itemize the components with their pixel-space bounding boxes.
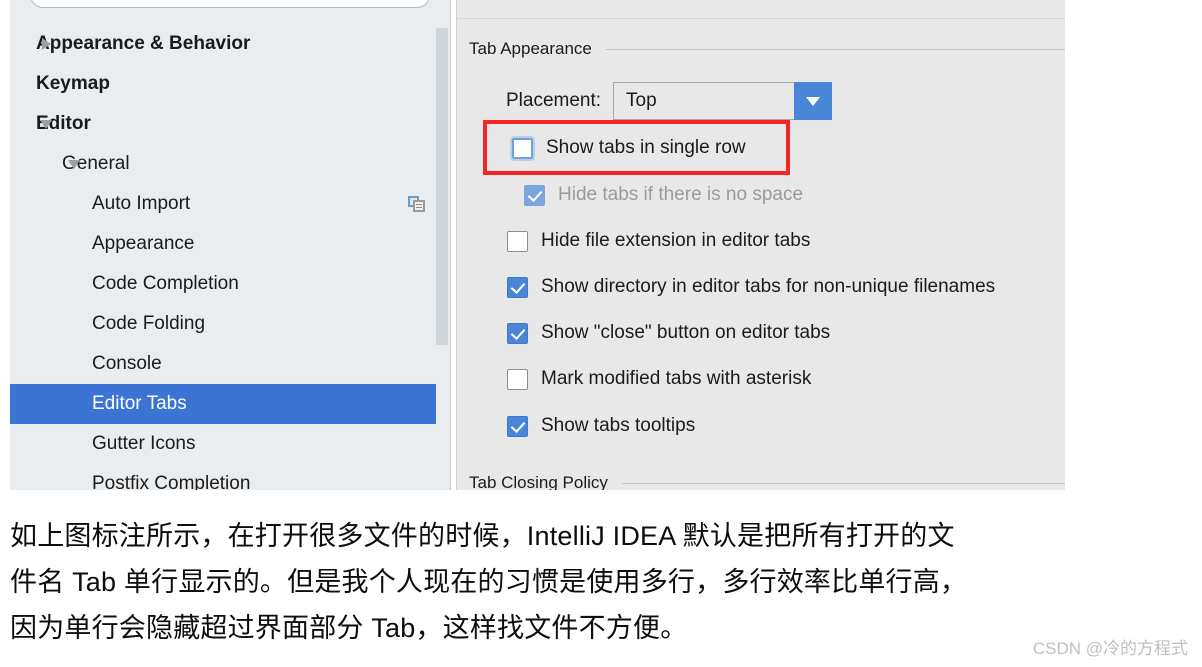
sidebar-scrollbar-track[interactable] <box>436 0 450 490</box>
option-label: Show tabs tooltips <box>541 415 696 436</box>
sidebar-item-label: Appearance <box>92 233 195 254</box>
tab-closing-policy-group-header: Tab Closing Policy <box>469 476 1065 490</box>
checkbox[interactable] <box>507 322 528 344</box>
sidebar-item-appearance[interactable]: Appearance <box>10 224 451 264</box>
checkbox[interactable] <box>507 230 528 252</box>
option-hide-file-extension-in-editor-tabs[interactable]: Hide file extension in editor tabs <box>507 230 810 252</box>
tree-pane-divider <box>450 0 451 490</box>
sidebar-item-editor-tabs[interactable]: Editor Tabs <box>10 384 451 424</box>
option-label: Hide tabs if there is no space <box>558 184 804 205</box>
sidebar-item-gutter-icons[interactable]: Gutter Icons <box>10 424 451 464</box>
placement-dropdown[interactable]: Top <box>613 82 833 120</box>
option-label: Hide file extension in editor tabs <box>541 230 811 251</box>
sidebar-item-appearance-and-behavior[interactable]: Appearance & Behavior <box>10 24 451 64</box>
settings-content-pane: Tab Appearance Placement: Top Show tabs … <box>456 0 1065 490</box>
settings-dialog: Appearance & Behavior Keymap Editor Gene… <box>0 0 1202 490</box>
group-title: Tab Appearance <box>469 39 592 58</box>
screenshot-root: Appearance & Behavior Keymap Editor Gene… <box>0 0 1202 667</box>
caption-block: 如上图标注所示，在打开很多文件的时候，IntelliJ IDEA 默认是把所有打… <box>0 490 1202 667</box>
option-label: Mark modified tabs with asterisk <box>541 368 812 389</box>
sidebar-item-code-completion[interactable]: Code Completion <box>10 264 451 304</box>
sidebar-item-label: Auto Import <box>92 193 191 214</box>
option-show-tabs-tooltips[interactable]: Show tabs tooltips <box>507 415 695 437</box>
sidebar-item-auto-import[interactable]: Auto Import <box>10 184 451 224</box>
sidebar-item-general[interactable]: General <box>10 144 451 184</box>
option-show-tabs-in-single-row[interactable]: Show tabs in single row <box>512 137 746 159</box>
settings-tree-list: Appearance & Behavior Keymap Editor Gene… <box>10 24 451 490</box>
option-label: Show tabs in single row <box>546 137 746 158</box>
option-mark-modified-tabs-with-asterisk[interactable]: Mark modified tabs with asterisk <box>507 368 811 390</box>
option-label: Show directory in editor tabs for non-un… <box>541 276 996 297</box>
placement-row: Placement: Top <box>456 82 833 120</box>
watermark: CSDN @冷的方程式 <box>1032 639 1188 658</box>
settings-tree-pane: Appearance & Behavior Keymap Editor Gene… <box>10 0 451 490</box>
option-show-close-button-on-editor-tabs[interactable]: Show "close" button on editor tabs <box>507 322 830 344</box>
chevron-down-icon[interactable] <box>40 119 52 129</box>
caption-line-3: 因为单行会隐藏超过界面部分 Tab，这样找文件不方便。 <box>10 613 688 643</box>
sidebar-item-code-folding[interactable]: Code Folding <box>10 304 451 344</box>
sidebar-item-console[interactable]: Console <box>10 344 451 384</box>
group-separator-line <box>621 482 1065 484</box>
checkbox <box>524 184 545 206</box>
sidebar-item-label: Code Completion <box>92 273 239 294</box>
settings-search-input[interactable] <box>30 0 430 8</box>
checkbox[interactable] <box>507 415 528 437</box>
option-show-directory-in-editor-tabs[interactable]: Show directory in editor tabs for non-un… <box>507 276 995 298</box>
sidebar-item-label: Code Folding <box>92 313 206 334</box>
placement-label: Placement: <box>506 90 602 111</box>
chevron-right-icon[interactable] <box>42 38 51 50</box>
sidebar-item-keymap[interactable]: Keymap <box>10 64 451 104</box>
sidebar-item-label: Gutter Icons <box>92 433 196 454</box>
group-separator-line <box>605 48 1065 50</box>
content-top-separator <box>456 18 1065 19</box>
copy-icon <box>408 196 425 212</box>
checkbox[interactable] <box>512 137 533 159</box>
sidebar-item-label: Console <box>92 353 162 374</box>
chevron-down-icon[interactable] <box>794 82 833 120</box>
chevron-down-icon[interactable] <box>68 159 80 169</box>
option-label: Show "close" button on editor tabs <box>541 322 831 343</box>
tab-appearance-group-header: Tab Appearance <box>469 38 1065 60</box>
sidebar-item-postfix-completion[interactable]: Postfix Completion <box>10 464 451 490</box>
sidebar-item-editor[interactable]: Editor <box>10 104 451 144</box>
content-pane-divider <box>456 0 457 490</box>
option-hide-tabs-if-there-is-no-space: Hide tabs if there is no space <box>524 184 803 206</box>
sidebar-item-label: Keymap <box>36 73 110 94</box>
checkbox[interactable] <box>507 368 528 390</box>
caption-line-1: 如上图标注所示，在打开很多文件的时候，IntelliJ IDEA 默认是把所有打… <box>10 521 955 551</box>
group-title: Tab Closing Policy <box>469 476 608 490</box>
sidebar-item-label: Appearance & Behavior <box>36 33 251 54</box>
sidebar-scrollbar-thumb[interactable] <box>436 28 448 345</box>
caption-line-2: 件名 Tab 单行显示的。但是我个人现在的习惯是使用多行，多行效率比单行高， <box>10 567 968 597</box>
sidebar-item-label: Postfix Completion <box>92 473 251 490</box>
sidebar-item-label: Editor Tabs <box>92 393 187 414</box>
placement-value: Top <box>626 90 657 111</box>
checkbox[interactable] <box>507 276 528 298</box>
